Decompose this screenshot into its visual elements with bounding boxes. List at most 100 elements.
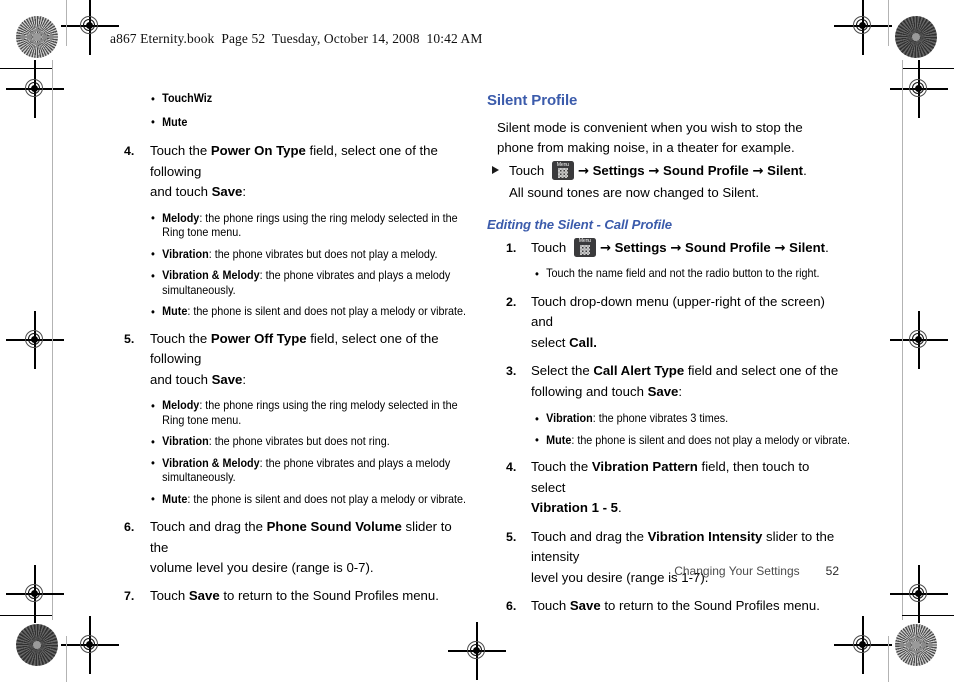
path-segment-sound-profile: Sound Profile [663,163,749,178]
bullet-text: : the phone rings using the ring melody … [162,399,458,427]
registration-mark-bottom-right [834,616,892,674]
step-7: 7. Touch Save to return to the Sound Pro… [118,586,466,607]
step-4: 4. Touch the Power On Type field, select… [118,141,466,203]
bullet-text: : the phone vibrates 3 times. [592,412,729,425]
step-number: 2. [506,294,517,309]
step-5: 5. Touch and drag the Vibration Intensit… [487,527,839,589]
step-number: 5. [506,529,517,544]
list-item: Mute: the phone is silent and does not p… [535,433,853,449]
list-item: Vibration: the phone vibrates 3 times. [535,412,853,427]
step-number: 5. [124,331,135,346]
running-header: a867 Eternity.book Page 52 Tuesday, Octo… [110,31,483,46]
bullet-text: : the phone rings using the ring melody … [162,211,458,240]
step-text-bold: Phone Sound Volume [266,519,402,534]
step-text-pre2: following and touch [531,383,648,399]
step-text-pre2: select [531,334,570,350]
registration-mark-bottom-center [448,622,506,680]
step-number: 3. [506,364,517,378]
registration-mark-right-middle [890,311,948,369]
step-text-post: field and select one of the [684,363,839,378]
step-text-bold2: Call. [569,334,597,350]
page-title: Silent Profile [487,92,578,109]
list-item: Mute: the phone is silent and does not p… [151,492,469,508]
step-text-pre: Touch [531,598,570,613]
step-6: 6. Touch and drag the Phone Sound Volume… [118,517,466,579]
step-text-pre: Touch [150,587,189,603]
path-segment-silent: Silent [789,239,826,255]
step-text-pre: Touch the [150,330,211,346]
bullet-term: Vibration [162,435,209,448]
step-text-bold: Power On Type [210,143,306,158]
bullet-term: Mute [162,115,188,129]
step-text-pre2: and touch [150,184,212,199]
crop-line-right-vertical [888,0,890,46]
bullet-term: Mute [162,305,188,318]
crop-line-top-left-horizontal [0,68,52,70]
list-item: Melody: the phone rings using the ring m… [151,211,469,241]
footer-chapter: Changing Your Settings [674,564,800,578]
print-star-target-top-right [895,16,937,58]
step-text-post2: . [617,500,622,515]
print-star-target-top-left [16,16,58,58]
crop-line-left-mid-vertical [52,60,54,620]
step-text-pre: Touch and drag the [531,528,648,544]
footer-page-number: 52 [825,564,839,578]
step-text-bold: Vibration Intensity [647,528,763,544]
arrow-icon: → [774,240,786,256]
bullet-term: Vibration [162,247,209,261]
arrow-icon: → [670,240,682,256]
bullet-text: : the phone is silent and does not play … [571,433,851,447]
crop-line-top-right-horizontal [902,68,954,70]
path-segment-settings: Settings [614,239,667,255]
step-text-bold2: Save [211,371,243,387]
bullet-term: Mute [162,492,188,506]
crop-line-left-vertical [66,0,68,46]
list-item: Mute: the phone is silent and does not p… [151,305,469,320]
list-item: Touch the name field and not the radio b… [535,267,853,282]
step-1: 1. Touch Menu → Settings → Sound Profile … [487,237,839,260]
menu-key-icon: Menu [551,161,574,180]
step-number: 1. [506,240,517,255]
list-item: Vibration: the phone vibrates but does n… [151,435,469,450]
step-text-pre: Select the [531,363,594,378]
step-text-bold: Power Off Type [210,330,307,346]
touch-label: Touch [509,163,548,178]
step-text-post: to return to the Sound Profiles menu. [219,587,439,603]
bullet-text: : the phone vibrates but does not ring. [208,435,390,448]
step-text-line2: volume level you desire (range is 0-7). [150,560,374,575]
step-number: 4. [124,144,135,158]
step-text-pre: Touch and drag the [150,519,267,534]
step-text-bold2: Vibration 1 - 5 [531,500,618,515]
path-segment-silent: Silent [767,163,804,178]
bullet-text: : the phone is silent and does not play … [187,305,467,318]
step-text-bold2: Save [647,383,679,399]
registration-mark-top-left [61,0,119,55]
step-text-post2: : [242,371,247,387]
bullet-term: Vibration [546,412,593,425]
step-text-bold2: Save [211,184,243,199]
step-text-pre: Touch the [150,143,211,158]
registration-mark-right-upper [890,60,948,118]
touch-path-step: Touch Menu → Settings → Sound Profile → S… [487,161,839,183]
step-4: 4. Touch the Vibration Pattern field, th… [487,457,839,519]
path-period: . [825,239,829,255]
registration-mark-top-right [834,0,892,55]
bullet-term: Vibration & Melody [162,456,260,470]
bullet-text: : the phone vibrates but does not play a… [208,247,438,261]
page-footer: Changing Your Settings 52 [487,564,839,578]
registration-mark-bottom-left [61,616,119,674]
step-text-post2: : [678,383,683,399]
step-number: 4. [506,460,517,474]
step-text-post: to return to the Sound Profiles menu. [600,598,820,613]
arrow-icon: → [577,164,589,179]
registration-mark-left-lower [6,565,64,623]
list-item: Vibration & Melody: the phone vibrates a… [151,456,469,486]
step-5: 5. Touch the Power Off Type field, selec… [118,329,466,391]
print-star-target-bottom-right [895,624,937,666]
crop-line-bottom-left-vertical [66,636,68,682]
step-6: 6. Touch Save to return to the Sound Pro… [487,596,839,617]
bullet-term: Vibration & Melody [162,269,260,282]
step-number: 6. [506,599,517,613]
step-text-bold: Vibration Pattern [591,459,698,474]
step-number: 7. [124,588,135,603]
